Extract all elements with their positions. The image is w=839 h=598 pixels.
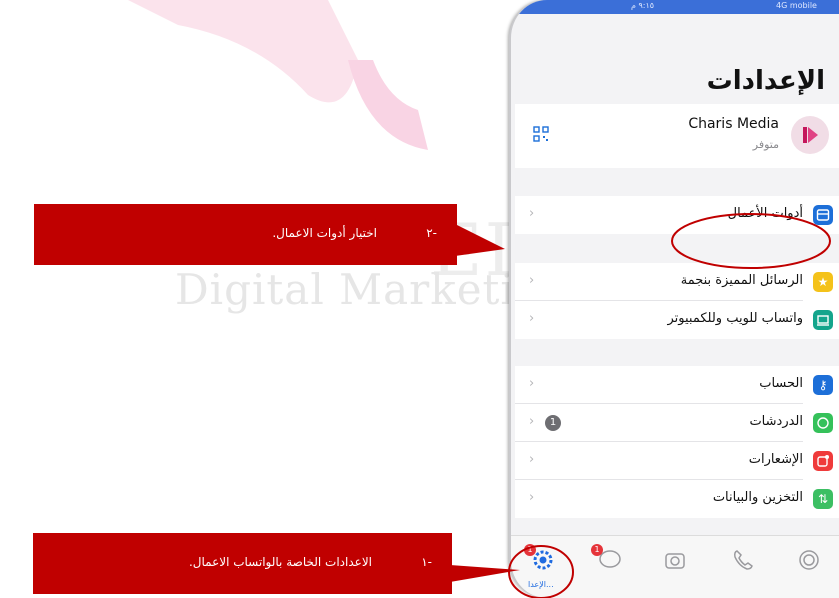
callout-pointer-step2 (455, 224, 505, 256)
highlight-ellipse-business-tools (671, 213, 831, 269)
callout-step2-number: -٢ (426, 226, 437, 240)
annotation-overlay (450, 213, 831, 598)
callout-step1-text: الاعدادات الخاصة بالواتساب الاعمال. (188, 555, 372, 569)
callout-step1: -١ الاعدادات الخاصة بالواتساب الاعمال. (33, 533, 452, 594)
callout-step2-text: اختيار أدوات الاعمال. (272, 226, 377, 240)
highlight-ellipse-settings-tab (508, 545, 574, 598)
callout-step1-number: -١ (421, 555, 432, 569)
callout-step2: -٢ اختيار أدوات الاعمال. (34, 204, 457, 265)
